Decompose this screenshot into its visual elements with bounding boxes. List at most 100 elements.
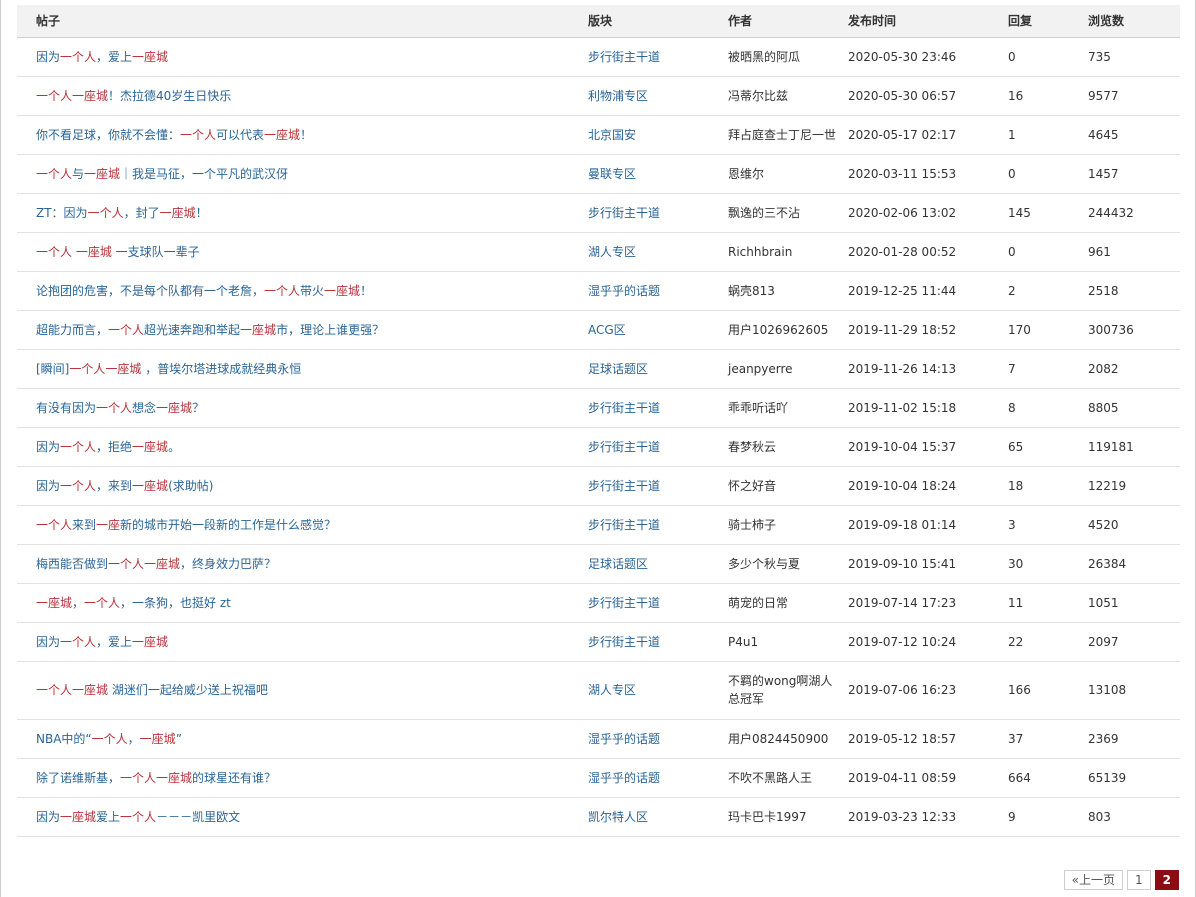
reply-count: 37 [1008, 731, 1024, 746]
header-forum: 版块 [588, 5, 728, 38]
post-title-link[interactable]: 因为一个人，拒绝一座城。 [36, 440, 180, 454]
forum-link[interactable]: 步行街主干道 [588, 596, 660, 610]
post-title-link[interactable]: 因为一个人，爱上一座城 [36, 635, 168, 649]
title-keyword-highlight: 一个人 一座城 [36, 244, 112, 259]
forum-link[interactable]: 利物浦专区 [588, 89, 648, 103]
post-title-link[interactable]: 因为一个人，来到一座城(求助帖) [36, 479, 213, 493]
forum-link[interactable]: 湿乎乎的话题 [588, 771, 660, 785]
page-button-2-current[interactable]: 2 [1154, 870, 1179, 890]
forum-link[interactable]: 湖人专区 [588, 245, 636, 259]
forum-link[interactable]: 步行街主干道 [588, 401, 660, 415]
author-name: 玛卡巴卡1997 [728, 809, 807, 824]
table-row: 一座城，一个人，一条狗，也挺好 zt 步行街主干道 萌宠的日常 2019-07-14 … [17, 583, 1180, 623]
forum-link[interactable]: ACG区 [588, 323, 626, 337]
post-title-link[interactable]: 论抱团的危害，不是每个队都有一个老詹，一个人带火一座城！ [36, 284, 372, 298]
forum-link[interactable]: 步行街主干道 [588, 50, 660, 64]
view-count: 2082 [1088, 361, 1119, 376]
forum-link[interactable]: 步行街主干道 [588, 206, 660, 220]
forum-link[interactable]: 湖人专区 [588, 683, 636, 697]
view-count: 4645 [1088, 127, 1119, 142]
reply-count: 1 [1008, 127, 1016, 142]
reply-count: 170 [1008, 322, 1031, 337]
post-time: 2019-11-26 14:13 [848, 361, 957, 376]
post-title-link[interactable]: 一个人一座城！杰拉德40岁生日快乐 [36, 89, 231, 103]
title-text: 带火 [300, 283, 325, 298]
forum-link[interactable]: 步行街主干道 [588, 635, 660, 649]
reply-count: 166 [1008, 683, 1031, 697]
title-keyword-highlight: 一个人 [96, 400, 133, 415]
post-title-link[interactable]: 因为一个人，爱上一座城 [36, 50, 168, 64]
reply-count: 9 [1008, 809, 1016, 824]
title-keyword-highlight: 一个人 [36, 517, 73, 532]
table-row: 除了诺维斯基，一个人一座城的球星还有谁？ 湿乎乎的话题 不吹不黑路人王 2019-04… [17, 758, 1180, 798]
forum-link[interactable]: 湿乎乎的话题 [588, 284, 660, 298]
post-time: 2020-01-28 00:52 [848, 244, 957, 259]
table-row: 有没有因为一个人想念一座城？ 步行街主干道 乖乖听话吖 2019-11-02 15:1… [17, 388, 1180, 428]
page-button-1[interactable]: 1 [1127, 870, 1151, 890]
post-title-link[interactable]: 一个人一座城 湖迷们一起给威少送上祝福吧 [36, 683, 268, 697]
post-title-link[interactable]: 梅西能否做到一个人一座城，终身效力巴萨？ [36, 557, 276, 571]
post-title-link[interactable]: 一个人来到一座新的城市开始一段新的工作是什么感觉？ [36, 518, 336, 532]
title-keyword-highlight: 一个人一座城 [120, 770, 193, 785]
post-time: 2019-07-14 17:23 [848, 595, 957, 610]
table-row: 因为一个人，爱上一座城 步行街主干道 被晒黑的阿瓜 2020-05-30 23:46 0… [17, 37, 1180, 77]
title-keyword-highlight: 一座城 [240, 322, 277, 337]
post-title-link[interactable]: 一座城，一个人，一条狗，也挺好 zt [36, 596, 231, 610]
post-title-link[interactable]: 除了诺维斯基，一个人一座城的球星还有谁？ [36, 771, 276, 785]
post-time: 2020-05-17 02:17 [848, 127, 957, 142]
post-time: 2019-12-25 11:44 [848, 283, 957, 298]
forum-link[interactable]: 北京国安 [588, 128, 636, 142]
post-title-link[interactable]: [瞬间]一个人一座城 ，普埃尔塔进球成就经典永恒 [36, 362, 301, 376]
post-time: 2020-05-30 06:57 [848, 88, 957, 103]
forum-link[interactable]: 步行街主干道 [588, 518, 660, 532]
reply-count: 11 [1008, 595, 1024, 610]
author-name: 用户1026962605 [728, 322, 829, 337]
post-time: 2020-03-11 15:53 [848, 166, 957, 181]
post-title-link[interactable]: 有没有因为一个人想念一座城？ [36, 401, 204, 415]
title-keyword-highlight: 一个人 [36, 166, 73, 181]
forum-link[interactable]: 足球话题区 [588, 362, 648, 376]
title-text: 来到 [72, 517, 97, 532]
post-title-link[interactable]: ZT：因为一个人，封了一座城！ [36, 206, 208, 220]
post-title-link[interactable]: 一个人与一座城｜我是马征，一个平凡的武汉伢 [36, 167, 288, 181]
title-keyword-highlight: 一座城 [36, 595, 73, 610]
title-keyword-highlight: 一个人 [60, 478, 97, 493]
prev-page-button[interactable]: «上一页 [1063, 870, 1123, 890]
search-results-table-wrap: 帖子 版块 作者 发布时间 回复 浏览数 因为一个人，爱上一座城 步行街主干道 被晒… [17, 5, 1180, 837]
forum-link[interactable]: 足球话题区 [588, 557, 648, 571]
title-text: 除了诺维斯基， [36, 770, 121, 785]
forum-link[interactable]: 凯尔特人区 [588, 810, 648, 824]
pagination: «上一页 1 2 [1063, 870, 1179, 890]
author-name: 不吹不黑路人王 [728, 770, 813, 785]
title-text: 爱上 [96, 809, 121, 824]
author-name: jeanpyerre [728, 361, 793, 376]
title-text: 因为 [36, 439, 61, 454]
view-count: 2097 [1088, 634, 1119, 649]
forum-link[interactable]: 曼联专区 [588, 167, 636, 181]
title-keyword-highlight: 一个人一座城 [36, 683, 109, 697]
title-text: ZT：因为 [36, 205, 88, 220]
post-time: 2020-05-30 23:46 [848, 49, 957, 64]
title-text: ， [127, 731, 140, 746]
post-title-link[interactable]: 因为一座城爱上一个人－－－凯里欧文 [36, 810, 240, 824]
title-text: ，终身效力巴萨？ [180, 556, 277, 571]
title-keyword-highlight: 一个人一座城 [36, 88, 109, 103]
author-name: 冯蒂尔比兹 [728, 88, 789, 103]
view-count: 1457 [1088, 166, 1119, 181]
view-count: 735 [1088, 49, 1111, 64]
post-title-link[interactable]: 一个人 一座城 一支球队一辈子 [36, 245, 200, 259]
post-time: 2019-09-10 15:41 [848, 556, 957, 571]
table-row: 因为一个人，来到一座城(求助帖) 步行街主干道 怀之好音 2019-10-04 18:… [17, 466, 1180, 506]
author-name: 飘逸的三不沾 [728, 205, 801, 220]
post-time: 2019-03-23 12:33 [848, 809, 957, 824]
forum-link[interactable]: 湿乎乎的话题 [588, 732, 660, 746]
header-title: 帖子 [17, 5, 588, 38]
post-title-link[interactable]: NBA中的“一个人，一座城” [36, 732, 182, 746]
post-time: 2020-02-06 13:02 [848, 205, 957, 220]
post-title-link[interactable]: 你不看足球，你就不会懂：一个人可以代表一座城！ [36, 128, 312, 142]
forum-link[interactable]: 步行街主干道 [588, 440, 660, 454]
header-time: 发布时间 [848, 5, 1008, 38]
forum-link[interactable]: 步行街主干道 [588, 479, 660, 493]
post-title-link[interactable]: 超能力而言，一个人超光速奔跑和举起一座城市，理论上谁更强？ [36, 323, 384, 337]
title-text: 因为 [36, 49, 61, 64]
